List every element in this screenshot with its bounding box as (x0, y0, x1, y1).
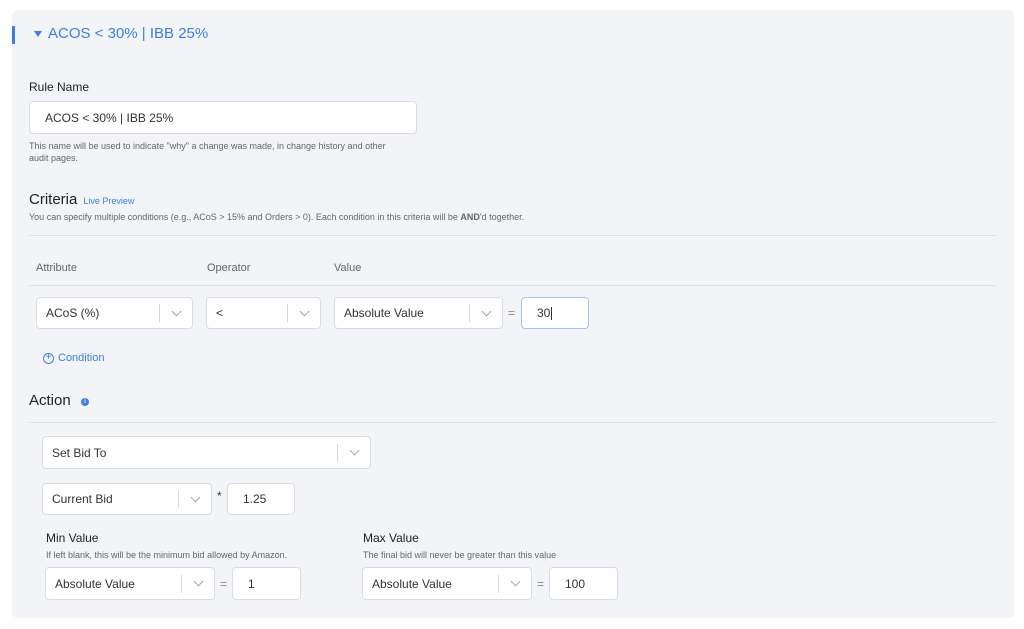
caret-down-icon (34, 30, 42, 37)
multiplier-input[interactable]: 1.25 (227, 483, 295, 515)
value-column-header: Value (334, 262, 362, 274)
bid-base-select[interactable]: Current Bid (42, 483, 212, 515)
max-value-help: The final bid will never be greater than… (363, 550, 557, 560)
criteria-header: Criteria Live Preview (29, 191, 134, 208)
min-type-select[interactable]: Absolute Value (45, 567, 215, 600)
rule-name-help: This name will be used to indicate "why"… (29, 140, 386, 164)
chevron-down-icon (510, 576, 520, 587)
attribute-dropdown-toggle[interactable] (160, 306, 192, 316)
max-value: 100 (565, 576, 586, 591)
min-value: 1 (248, 576, 255, 591)
chevron-down-icon (171, 306, 181, 316)
criteria-header-divider (29, 285, 996, 286)
rule-title: ACOS < 30% | IBB 25% (48, 25, 209, 42)
action-type-dropdown-toggle[interactable] (338, 445, 370, 456)
criteria-divider (29, 235, 996, 236)
criteria-help-text: You can specify multiple conditions (e.g… (29, 212, 461, 222)
action-title: Action (29, 392, 71, 409)
value-type-select-value: Absolute Value (344, 306, 424, 320)
chevron-down-icon (481, 306, 491, 316)
max-type-select[interactable]: Absolute Value (362, 567, 532, 600)
attribute-select-value: ACoS (%) (46, 306, 100, 320)
max-value-label: Max Value (363, 531, 419, 545)
max-type-value: Absolute Value (372, 576, 452, 591)
operator-column-header: Operator (207, 262, 251, 274)
min-value-input[interactable]: 1 (232, 567, 301, 600)
criteria-help: You can specify multiple conditions (e.g… (29, 211, 524, 223)
min-type-value: Absolute Value (55, 576, 135, 591)
value-type-select[interactable]: Absolute Value (334, 297, 503, 329)
min-type-dropdown-toggle[interactable] (182, 576, 214, 587)
min-equals-sign: = (220, 577, 228, 591)
rule-toggle[interactable]: ACOS < 30% | IBB 25% (34, 25, 208, 42)
attribute-column-header: Attribute (36, 262, 77, 274)
chevron-down-icon (349, 445, 359, 456)
value-type-dropdown-toggle[interactable] (470, 306, 502, 316)
add-condition-label: Condition (58, 352, 105, 364)
rule-name-help-line2: audit pages. (29, 153, 79, 163)
text-cursor (551, 306, 553, 320)
rule-name-help-line1: This name will be used to indicate "why"… (29, 141, 386, 151)
criteria-help-bold: AND (460, 212, 480, 222)
bid-base-dropdown-toggle[interactable] (179, 492, 211, 502)
info-icon[interactable]: i (81, 398, 89, 406)
plus-circle-icon: + (43, 352, 54, 364)
rule-name-label: Rule Name (29, 80, 90, 94)
operator-dropdown-toggle[interactable] (288, 306, 320, 316)
chevron-down-icon (190, 492, 200, 502)
rule-name-value: ACOS < 30% | IBB 25% (45, 110, 174, 125)
max-equals-sign: = (537, 577, 545, 591)
rule-accent-bar (12, 26, 15, 44)
chevron-down-icon (299, 306, 309, 316)
criteria-value-input[interactable]: 30 (521, 297, 589, 329)
criteria-value: 30 (537, 306, 551, 320)
max-value-input[interactable]: 100 (549, 567, 618, 600)
attribute-select[interactable]: ACoS (%) (36, 297, 193, 329)
rule-name-input[interactable]: ACOS < 30% | IBB 25% (29, 101, 417, 134)
max-type-dropdown-toggle[interactable] (499, 576, 531, 587)
action-type-value: Set Bid To (52, 445, 107, 460)
operator-select-value: < (216, 306, 224, 320)
action-type-select[interactable]: Set Bid To (42, 436, 371, 469)
criteria-equals-sign: = (508, 306, 516, 320)
multiplier-value: 1.25 (243, 492, 267, 506)
multiply-sign: * (217, 489, 222, 503)
operator-select[interactable]: < (206, 297, 321, 329)
live-preview-link[interactable]: Live Preview (83, 196, 134, 206)
criteria-help-suffix: 'd together. (479, 212, 525, 222)
min-value-label: Min Value (46, 531, 99, 545)
chevron-down-icon (193, 576, 203, 587)
action-divider (29, 422, 996, 423)
criteria-title: Criteria (29, 191, 78, 208)
add-condition-button[interactable]: + Condition (43, 352, 104, 364)
bid-base-value: Current Bid (52, 492, 113, 506)
min-value-help: If left blank, this will be the minimum … (46, 550, 288, 560)
